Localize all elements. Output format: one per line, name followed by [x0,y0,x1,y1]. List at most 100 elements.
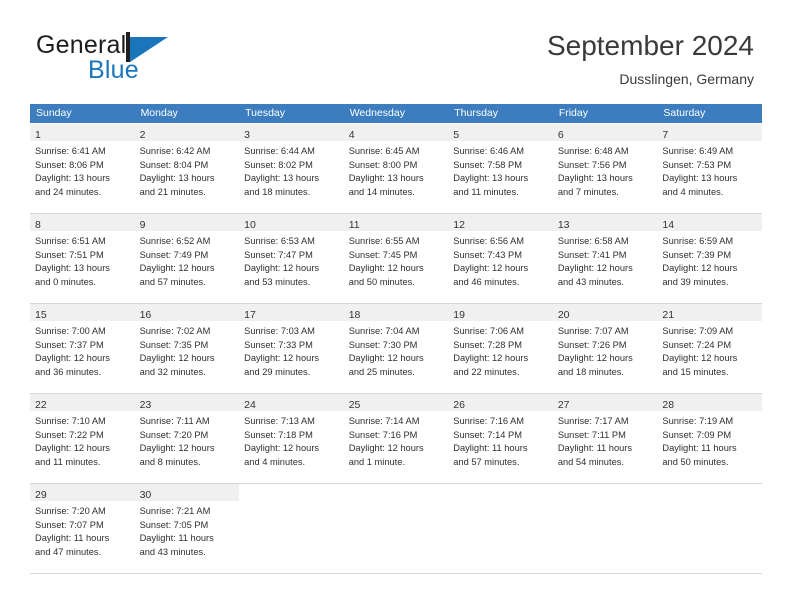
sunrise-text: Sunrise: 6:55 AM [348,236,420,246]
day-cell[interactable]: 11 Sunrise: 6:55 AM Sunset: 7:45 PM Dayl… [343,214,449,303]
sunrise-text: Sunrise: 7:03 AM [244,326,315,336]
day-cell-empty [448,484,553,573]
daylight-text-line2: and 39 minutes. [662,276,729,287]
day-details: Sunrise: 6:42 AM Sunset: 8:04 PM Dayligh… [135,141,240,199]
day-cell[interactable]: 14 Sunrise: 6:59 AM Sunset: 7:39 PM Dayl… [657,214,762,303]
day-number: 13 [557,219,570,231]
general-blue-logo[interactable]: General Blue [36,30,266,86]
sunrise-text: Sunrise: 6:53 AM [244,236,315,246]
sunset-text: Sunset: 7:14 PM [453,429,522,440]
day-cell[interactable]: 7 Sunrise: 6:49 AM Sunset: 7:53 PM Dayli… [657,124,762,213]
day-cell[interactable]: 28 Sunrise: 7:19 AM Sunset: 7:09 PM Dayl… [657,394,762,483]
day-cell[interactable]: 22 Sunrise: 7:10 AM Sunset: 7:22 PM Dayl… [30,394,135,483]
day-cell[interactable]: 9 Sunrise: 6:52 AM Sunset: 7:49 PM Dayli… [134,214,240,303]
day-number: 30 [139,489,152,501]
day-cell[interactable]: 12 Sunrise: 6:56 AM Sunset: 7:43 PM Dayl… [448,214,553,303]
day-cell[interactable]: 29 Sunrise: 7:20 AM Sunset: 7:07 PM Dayl… [30,484,135,573]
day-number-band [657,484,762,501]
day-number: 2 [139,129,146,141]
day-details: Sunrise: 6:45 AM Sunset: 8:00 PM Dayligh… [344,141,449,199]
day-cell[interactable]: 3 Sunrise: 6:44 AM Sunset: 8:02 PM Dayli… [239,124,344,213]
brand-name-blue: Blue [88,56,139,84]
daylight-text-line2: and 4 minutes. [662,186,724,197]
day-number: 28 [662,399,675,411]
daylight-text-line2: and 21 minutes. [139,186,206,197]
daylight-text-line2: and 8 minutes. [139,456,201,467]
day-cell[interactable]: 8 Sunrise: 6:51 AM Sunset: 7:51 PM Dayli… [30,214,135,303]
day-details: Sunrise: 6:48 AM Sunset: 7:56 PM Dayligh… [553,141,658,199]
day-number-band: 19 [448,304,553,321]
daylight-text-line2: and 25 minutes. [348,366,415,377]
daylight-text-line1: Daylight: 13 hours [35,263,110,274]
day-number: 22 [35,399,47,411]
day-details: Sunrise: 7:00 AM Sunset: 7:37 PM Dayligh… [30,321,135,379]
day-number: 19 [453,309,465,321]
day-cell[interactable]: 18 Sunrise: 7:04 AM Sunset: 7:30 PM Dayl… [343,304,449,393]
day-number-band: 1 [30,124,135,141]
daylight-text-line1: Daylight: 12 hours [348,353,424,364]
sunrise-text: Sunrise: 6:58 AM [557,236,629,246]
day-number-band: 7 [657,124,762,141]
weekday-header-tuesday: Tuesday [245,107,286,119]
day-cell[interactable]: 17 Sunrise: 7:03 AM Sunset: 7:33 PM Dayl… [239,304,344,393]
day-cell[interactable]: 16 Sunrise: 7:02 AM Sunset: 7:35 PM Dayl… [134,304,240,393]
day-cell[interactable]: 2 Sunrise: 6:42 AM Sunset: 8:04 PM Dayli… [134,124,240,213]
daylight-text-line2: and 36 minutes. [35,366,102,377]
daylight-text-line1: Daylight: 12 hours [557,263,633,274]
day-number: 17 [244,309,256,321]
daylight-text-line2: and 43 minutes. [139,546,206,557]
day-number-band: 17 [239,304,344,321]
day-number: 1 [35,129,41,141]
sunset-text: Sunset: 7:20 PM [139,429,209,440]
weekday-header-sunday: Sunday [36,107,72,119]
day-details: Sunrise: 7:16 AM Sunset: 7:14 PM Dayligh… [448,411,553,469]
day-number-band: 16 [134,304,240,321]
day-cell[interactable]: 5 Sunrise: 6:46 AM Sunset: 7:58 PM Dayli… [448,124,553,213]
daylight-text-line1: Daylight: 12 hours [244,353,320,364]
sunrise-text: Sunrise: 6:44 AM [244,146,315,156]
day-number-band: 3 [239,124,344,141]
day-number-band: 8 [30,214,135,231]
day-number-band: 6 [552,124,658,141]
day-number: 25 [348,399,361,411]
daylight-text-line1: Daylight: 13 hours [453,173,529,184]
day-cell[interactable]: 13 Sunrise: 6:58 AM Sunset: 7:41 PM Dayl… [552,214,658,303]
day-number-band: 29 [30,484,135,501]
day-cell[interactable]: 1 Sunrise: 6:41 AM Sunset: 8:06 PM Dayli… [30,124,135,213]
sunset-text: Sunset: 7:05 PM [139,519,209,530]
sunset-text: Sunset: 7:35 PM [139,339,209,350]
sunset-text: Sunset: 7:30 PM [348,339,418,350]
day-details: Sunrise: 6:46 AM Sunset: 7:58 PM Dayligh… [448,141,553,199]
day-cell[interactable]: 20 Sunrise: 7:07 AM Sunset: 7:26 PM Dayl… [552,304,658,393]
day-number-band: 12 [448,214,553,231]
day-cell[interactable]: 24 Sunrise: 7:13 AM Sunset: 7:18 PM Dayl… [239,394,344,483]
sunset-text: Sunset: 7:47 PM [244,249,313,260]
day-number: 29 [35,489,47,501]
sunrise-text: Sunrise: 7:13 AM [244,416,315,426]
day-number: 16 [139,309,152,321]
day-cell[interactable]: 30 Sunrise: 7:21 AM Sunset: 7:05 PM Dayl… [134,484,240,573]
day-cell[interactable]: 27 Sunrise: 7:17 AM Sunset: 7:11 PM Dayl… [552,394,658,483]
daylight-text-line1: Daylight: 12 hours [557,353,633,364]
day-number-band: 11 [343,214,449,231]
day-cell-empty [343,484,449,573]
day-cell[interactable]: 19 Sunrise: 7:06 AM Sunset: 7:28 PM Dayl… [448,304,553,393]
day-number: 4 [348,129,355,141]
daylight-text-line1: Daylight: 13 hours [35,173,110,184]
sunrise-text: Sunrise: 7:16 AM [453,416,525,426]
sunrise-text: Sunrise: 6:51 AM [35,236,106,246]
day-cell[interactable]: 15 Sunrise: 7:00 AM Sunset: 7:37 PM Dayl… [30,304,135,393]
day-cell[interactable]: 23 Sunrise: 7:11 AM Sunset: 7:20 PM Dayl… [134,394,240,483]
sunset-text: Sunset: 7:39 PM [662,249,732,260]
day-cell[interactable]: 25 Sunrise: 7:14 AM Sunset: 7:16 PM Dayl… [343,394,449,483]
day-number-band: 25 [343,394,449,411]
day-cell[interactable]: 4 Sunrise: 6:45 AM Sunset: 8:00 PM Dayli… [343,124,449,213]
day-cell[interactable]: 10 Sunrise: 6:53 AM Sunset: 7:47 PM Dayl… [239,214,344,303]
day-number-band: 28 [657,394,762,411]
day-cell[interactable]: 6 Sunrise: 6:48 AM Sunset: 7:56 PM Dayli… [552,124,658,213]
sunrise-text: Sunrise: 6:46 AM [453,146,525,156]
day-cell[interactable]: 26 Sunrise: 7:16 AM Sunset: 7:14 PM Dayl… [448,394,553,483]
daylight-text-line1: Daylight: 12 hours [453,353,529,364]
day-cell[interactable]: 21 Sunrise: 7:09 AM Sunset: 7:24 PM Dayl… [657,304,762,393]
day-details: Sunrise: 6:58 AM Sunset: 7:41 PM Dayligh… [553,231,658,289]
